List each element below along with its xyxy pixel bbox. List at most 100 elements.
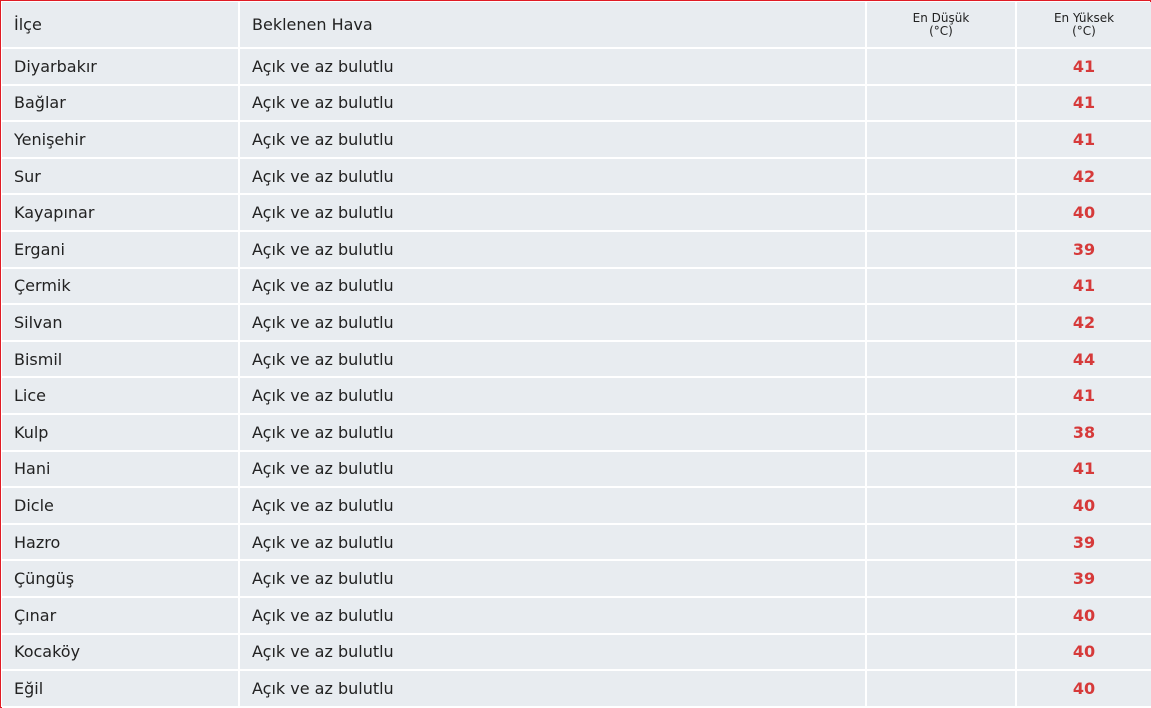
- min-temp-cell: [866, 230, 1017, 269]
- max-temp-cell: 44: [1016, 340, 1151, 379]
- weather-cell: Açık ve az bulutlu: [239, 84, 867, 123]
- min-temp-cell: [866, 523, 1017, 562]
- district-cell: Dicle: [2, 487, 240, 525]
- table-row: Lice Açık ve az bulutlu 41: [2, 377, 1151, 415]
- table-row: Kayapınar Açık ve az bulutlu 40: [2, 194, 1151, 232]
- table-row: Çınar Açık ve az bulutlu 40: [2, 596, 1151, 635]
- min-temp-cell: [866, 194, 1017, 232]
- min-temp-cell: [866, 487, 1017, 525]
- weather-cell: Açık ve az bulutlu: [239, 230, 867, 269]
- max-temp-cell: 40: [1016, 596, 1151, 635]
- district-cell: Silvan: [2, 304, 240, 342]
- table-row: Çüngüş Açık ve az bulutlu 39: [2, 560, 1151, 598]
- district-cell: Sur: [2, 157, 240, 196]
- weather-cell: Açık ve az bulutlu: [239, 304, 867, 342]
- min-temp-cell: [866, 377, 1017, 415]
- weather-table-frame: İlçe Beklenen Hava En Düşük (°C) En Yüks…: [0, 0, 1151, 708]
- table-row: Bağlar Açık ve az bulutlu 41: [2, 84, 1151, 123]
- min-temp-cell: [866, 304, 1017, 342]
- table-row: Hani Açık ve az bulutlu 41: [2, 450, 1151, 489]
- max-temp-cell: 40: [1016, 194, 1151, 232]
- header-min-temp: En Düşük (°C): [866, 2, 1017, 49]
- weather-cell: Açık ve az bulutlu: [239, 596, 867, 635]
- table-row: Dicle Açık ve az bulutlu 40: [2, 487, 1151, 525]
- table-row: Kulp Açık ve az bulutlu 38: [2, 413, 1151, 452]
- min-temp-cell: [866, 84, 1017, 123]
- max-temp-cell: 41: [1016, 267, 1151, 306]
- district-cell: Ergani: [2, 230, 240, 269]
- min-temp-cell: [866, 267, 1017, 306]
- district-cell: Yenişehir: [2, 121, 240, 159]
- district-cell: Hazro: [2, 523, 240, 562]
- table-row: Ergani Açık ve az bulutlu 39: [2, 230, 1151, 269]
- min-temp-cell: [866, 633, 1017, 672]
- weather-cell: Açık ve az bulutlu: [239, 413, 867, 452]
- district-cell: Eğil: [2, 670, 240, 708]
- min-temp-cell: [866, 340, 1017, 379]
- weather-cell: Açık ve az bulutlu: [239, 633, 867, 672]
- max-temp-cell: 41: [1016, 377, 1151, 415]
- weather-cell: Açık ve az bulutlu: [239, 194, 867, 232]
- district-cell: Diyarbakır: [2, 48, 240, 86]
- district-cell: Bismil: [2, 340, 240, 379]
- district-cell: Kocaköy: [2, 633, 240, 672]
- header-max-label: En Yüksek: [1053, 10, 1115, 25]
- min-temp-cell: [866, 121, 1017, 159]
- table-row: Çermik Açık ve az bulutlu 41: [2, 267, 1151, 306]
- district-cell: Bağlar: [2, 84, 240, 123]
- max-temp-cell: 39: [1016, 560, 1151, 598]
- weather-cell: Açık ve az bulutlu: [239, 560, 867, 598]
- district-cell: Hani: [2, 450, 240, 489]
- weather-cell: Açık ve az bulutlu: [239, 48, 867, 86]
- weather-cell: Açık ve az bulutlu: [239, 377, 867, 415]
- min-temp-cell: [866, 670, 1017, 708]
- table-row: Eğil Açık ve az bulutlu 40: [2, 670, 1151, 708]
- district-cell: Lice: [2, 377, 240, 415]
- max-temp-cell: 39: [1016, 230, 1151, 269]
- max-temp-cell: 42: [1016, 157, 1151, 196]
- table-row: Sur Açık ve az bulutlu 42: [2, 157, 1151, 196]
- district-cell: Çermik: [2, 267, 240, 306]
- table-row: Bismil Açık ve az bulutlu 44: [2, 340, 1151, 379]
- weather-cell: Açık ve az bulutlu: [239, 340, 867, 379]
- max-temp-cell: 39: [1016, 523, 1151, 562]
- header-min-unit: (°C): [929, 23, 953, 38]
- weather-cell: Açık ve az bulutlu: [239, 121, 867, 159]
- weather-cell: Açık ve az bulutlu: [239, 157, 867, 196]
- min-temp-cell: [866, 560, 1017, 598]
- district-cell: Çınar: [2, 596, 240, 635]
- table-row: Yenişehir Açık ve az bulutlu 41: [2, 121, 1151, 159]
- min-temp-cell: [866, 450, 1017, 489]
- min-temp-cell: [866, 157, 1017, 196]
- header-district: İlçe: [2, 2, 240, 49]
- district-cell: Kulp: [2, 413, 240, 452]
- table-row: Silvan Açık ve az bulutlu 42: [2, 304, 1151, 342]
- header-expected-weather: Beklenen Hava: [239, 2, 867, 49]
- max-temp-cell: 41: [1016, 450, 1151, 489]
- district-cell: Çüngüş: [2, 560, 240, 598]
- weather-cell: Açık ve az bulutlu: [239, 450, 867, 489]
- max-temp-cell: 38: [1016, 413, 1151, 452]
- header-max-unit: (°C): [1072, 23, 1096, 38]
- weather-cell: Açık ve az bulutlu: [239, 487, 867, 525]
- max-temp-cell: 41: [1016, 48, 1151, 86]
- district-cell: Kayapınar: [2, 194, 240, 232]
- table-header-row: İlçe Beklenen Hava En Düşük (°C) En Yüks…: [2, 2, 1151, 49]
- max-temp-cell: 40: [1016, 670, 1151, 708]
- max-temp-cell: 41: [1016, 121, 1151, 159]
- weather-cell: Açık ve az bulutlu: [239, 670, 867, 708]
- min-temp-cell: [866, 48, 1017, 86]
- max-temp-cell: 41: [1016, 84, 1151, 123]
- header-min-label: En Düşük: [912, 10, 970, 25]
- weather-cell: Açık ve az bulutlu: [239, 267, 867, 306]
- table-row: Hazro Açık ve az bulutlu 39: [2, 523, 1151, 562]
- max-temp-cell: 42: [1016, 304, 1151, 342]
- min-temp-cell: [866, 413, 1017, 452]
- weather-forecast-table: İlçe Beklenen Hava En Düşük (°C) En Yüks…: [2, 2, 1151, 708]
- max-temp-cell: 40: [1016, 633, 1151, 672]
- table-row: Kocaköy Açık ve az bulutlu 40: [2, 633, 1151, 672]
- weather-cell: Açık ve az bulutlu: [239, 523, 867, 562]
- table-row: Diyarbakır Açık ve az bulutlu 41: [2, 48, 1151, 86]
- header-max-temp: En Yüksek (°C): [1016, 2, 1151, 49]
- min-temp-cell: [866, 596, 1017, 635]
